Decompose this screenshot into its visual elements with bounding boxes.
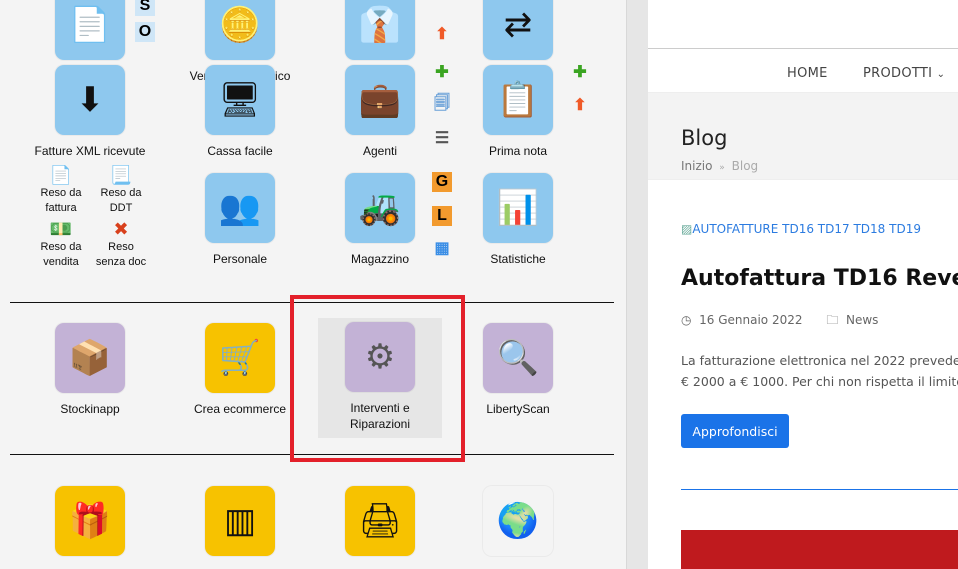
breadcrumb-current: Blog [731,159,759,173]
copy-icon[interactable]: 🗐 [432,95,452,115]
statistics-icon: 📊 [483,173,553,243]
return-sale-icon: 💵 [49,219,73,239]
mini-label: Reso senza doc [95,241,147,268]
tile-stockinapp[interactable]: 📦 Stockinapp [30,323,150,417]
barcode-label-icon: ▥ [205,486,275,556]
tile-interventi-e-riparazioni[interactable]: ⚙ Interventi e Riparazioni [318,318,442,438]
post-title[interactable]: Autofattura TD16 Reverse [681,266,958,291]
tile-label: Agenti [362,144,398,158]
tile-libertyscan[interactable]: 🔍 LibertyScan [458,323,578,417]
tile-fatture-xml-ricevute[interactable]: ⬇ Fatture XML ricevute [30,65,150,159]
document-icon: 📄 [55,0,125,60]
add-icon[interactable]: ✚ [432,62,452,82]
launcher-panel: 📄Documenti🪙Vendita al pubblico👔Anagrafic… [0,0,626,569]
gift-voucher-icon: 🎁 [55,486,125,556]
breadcrumb-separator: » [719,163,725,173]
tile-globe[interactable]: 🌍 [458,486,578,556]
qr-scan-icon: 🔍 [483,323,553,393]
mini-label: Reso da fattura [40,187,82,214]
grid-icon[interactable]: ▦ [432,238,452,258]
schedule-icon: ⇄ [483,0,553,60]
read-more-button[interactable]: Approfondisci [681,414,789,448]
gears-icon: ⚙ [345,322,415,392]
tile-label: LibertyScan [486,402,550,416]
chevron-down-icon: ⌄ [936,69,946,80]
upload-icon[interactable]: ⬆ [570,95,590,115]
tile-agenti[interactable]: 💼 Agenti [320,65,440,159]
clipboard-check-icon: 📋 [483,65,553,135]
post-category[interactable]: News [846,313,878,327]
touch-register-icon: 🖥 [205,65,275,135]
tile-magazzino[interactable]: 🚜 Magazzino [320,173,440,267]
nav-home[interactable]: HOME [787,66,828,81]
xml-invoice-download-icon: ⬇ [55,65,125,135]
return-ddt-icon: 📃 [109,165,133,185]
tile-label: Statistiche [490,252,546,266]
g-icon[interactable]: G [432,172,452,192]
excerpt-line: La fatturazione elettronica nel 2022 pre… [681,353,958,368]
forklift-icon: 🚜 [345,173,415,243]
return-no-doc-icon: ✖ [113,219,129,239]
list-icon[interactable]: ☰ [432,128,452,148]
mini-return-invoice[interactable]: 📄 Reso da fattura [35,164,87,216]
tile-barcode-label[interactable]: ▥ [180,486,300,556]
nav-prodotti[interactable]: PRODOTTI ⌄ [863,66,945,81]
l-icon[interactable]: L [432,206,452,226]
excerpt-line: € 2000 a € 1000. Per chi non rispetta il… [681,374,958,389]
clock-icon: ◷ [681,313,692,327]
splitter[interactable] [626,0,648,569]
post-image-link[interactable]: ▨AUTOFATTURE TD16 TD17 TD18 TD19 [681,222,921,236]
next-post-banner[interactable] [681,530,958,569]
s-doc-icon[interactable]: S [135,0,155,16]
mini-label: Reso da DDT [100,187,142,214]
page-title: Blog [681,126,728,150]
page-header: Blog Inizio » Blog [648,92,958,180]
staff-icon: 👥 [205,173,275,243]
contacts-icon: 👔 [345,0,415,60]
folder-icon: 🗀 [826,313,839,327]
tile-label: Personale [212,252,268,266]
website-panel: HOME PRODOTTI ⌄ Blog Inizio » Blog ▨AUTO… [648,0,958,569]
coins-icon: 🪙 [205,0,275,60]
breadcrumb: Inizio » Blog [681,159,758,173]
tile-gift-voucher[interactable]: 🎁 [30,486,150,556]
tile-label: Cassa facile [207,144,273,158]
broken-image-icon: ▨ [681,222,693,236]
post-excerpt: La fatturazione elettronica nel 2022 pre… [681,350,958,392]
mini-return-ddt[interactable]: 📃 Reso da DDT [95,164,147,216]
tile-label: Stockinapp [60,402,120,416]
return-invoice-icon: 📄 [49,165,73,185]
tile-label: Interventi e Riparazioni [349,401,411,431]
tile-prima-nota[interactable]: 📋 Prima nota [458,65,578,159]
tile-label: Magazzino [350,252,410,266]
tile-personale[interactable]: 👥 Personale [180,173,300,267]
mini-return-sale[interactable]: 💵 Reso da vendita [35,218,87,270]
post-image-alt: AUTOFATTURE TD16 TD17 TD18 TD19 [692,222,921,236]
add-icon[interactable]: ✚ [570,62,590,82]
mini-label: Reso da vendita [40,241,82,268]
briefcase-icon: 💼 [345,65,415,135]
box-download-icon: 📦 [55,323,125,393]
upload-icon[interactable]: ⬆ [432,24,452,44]
post-date: 16 Gennaio 2022 [699,313,803,327]
tile-label: Crea ecommerce [193,402,287,416]
mini-return-no-doc[interactable]: ✖ Reso senza doc [95,218,147,270]
globe-icon: 🌍 [483,486,553,556]
o-doc-icon[interactable]: O [135,22,155,42]
tile-crea-ecommerce[interactable]: 🛒 Crea ecommerce [180,323,300,417]
breadcrumb-home[interactable]: Inizio [681,159,712,173]
post-divider [681,489,958,490]
nav-prodotti-label: PRODOTTI [863,66,933,81]
scanner-icon: 🖨 [345,486,415,556]
tile-statistiche[interactable]: 📊 Statistiche [458,173,578,267]
tile-cassa-facile[interactable]: 🖥 Cassa facile [180,65,300,159]
tile-label: Prima nota [488,144,548,158]
post-meta: ◷ 16 Gennaio 2022 🗀 News [681,311,878,332]
cart-gear-icon: 🛒 [205,323,275,393]
tile-scanner[interactable]: 🖨 [320,486,440,556]
tile-label: Fatture XML ricevute [34,144,146,158]
